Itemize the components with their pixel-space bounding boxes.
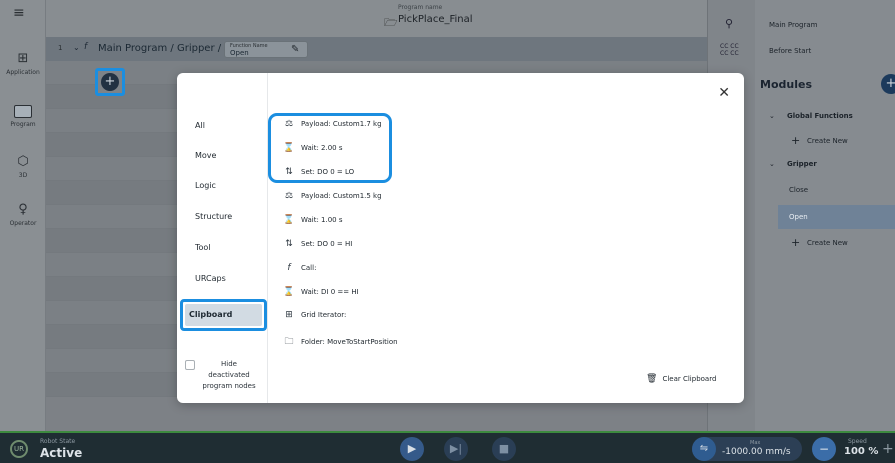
app-root: ≡ ⊞ Application Program ⬡ 3D ♀ Operator … bbox=[0, 0, 895, 463]
category-all[interactable]: All bbox=[195, 121, 205, 130]
robot-state-caption: Robot State bbox=[40, 438, 76, 445]
list-item[interactable]: ⊞ Grid Iterator: bbox=[282, 310, 346, 324]
max-value: -1000.00 mm/s bbox=[722, 447, 791, 457]
create-new-function[interactable]: Create New bbox=[807, 239, 848, 247]
plus-icon: + bbox=[791, 236, 801, 249]
hide-deactivated-checkbox[interactable] bbox=[185, 360, 195, 370]
left-rail: ≡ ⊞ Application Program ⬡ 3D ♀ Operator bbox=[0, 0, 46, 431]
rail-label: Application bbox=[6, 69, 40, 76]
breadcrumb[interactable]: Main Program / Gripper / bbox=[98, 43, 221, 54]
create-new-function[interactable]: Create New bbox=[807, 137, 848, 145]
selection-highlight bbox=[268, 113, 392, 183]
grid-icon: ⊞ bbox=[285, 310, 293, 320]
pencil-icon[interactable]: ✎ bbox=[291, 44, 299, 55]
hourglass-icon: ⌛ bbox=[283, 215, 295, 225]
clear-clipboard-button[interactable]: 🗑 Clear Clipboard bbox=[646, 374, 716, 384]
top-header: 🗁 Program name PickPlace_Final bbox=[46, 0, 707, 37]
category-clipboard[interactable]: Clipboard bbox=[180, 299, 267, 331]
function-name-field[interactable]: Function Name Open ✎ bbox=[224, 41, 308, 58]
gripper-group[interactable]: Gripper bbox=[787, 160, 817, 168]
cc-icon[interactable]: CC CC CC CC bbox=[720, 43, 739, 57]
hourglass-icon: ⌛ bbox=[283, 287, 295, 297]
trash-icon: 🗑 bbox=[646, 374, 658, 384]
function-name-value: Open bbox=[230, 49, 249, 57]
payload-icon: ⚖ bbox=[284, 191, 294, 201]
monitor-icon bbox=[14, 105, 32, 118]
function-icon: f bbox=[84, 42, 88, 52]
person-icon: ♀ bbox=[18, 202, 28, 217]
step-button[interactable]: ▶| bbox=[444, 437, 468, 461]
chevron-down-icon[interactable]: ⌄ bbox=[769, 112, 775, 120]
ur-logo-icon: UR bbox=[10, 440, 28, 458]
speed-value: 100 % bbox=[844, 446, 879, 457]
max-caption: Max bbox=[750, 440, 761, 446]
list-item[interactable]: ⌛ Wait: 1.00 s bbox=[282, 215, 343, 229]
global-functions-group[interactable]: Global Functions bbox=[787, 112, 853, 120]
category-urcaps[interactable]: URCaps bbox=[195, 274, 226, 283]
stop-button[interactable]: ■ bbox=[492, 437, 516, 461]
list-item-label: Wait: DI 0 == HI bbox=[301, 288, 359, 296]
list-item-label: Wait: 1.00 s bbox=[301, 216, 343, 224]
add-node-button[interactable]: + bbox=[95, 68, 125, 96]
open-function[interactable]: Open bbox=[789, 213, 808, 221]
category-structure[interactable]: Structure bbox=[195, 212, 232, 221]
right-panel: Main Program Before Start Modules + ⌄ Gl… bbox=[755, 0, 895, 431]
category-clipboard-label: Clipboard bbox=[185, 304, 262, 326]
add-module-button[interactable]: + bbox=[881, 74, 895, 94]
category-tool[interactable]: Tool bbox=[195, 243, 211, 252]
chevron-down-icon[interactable]: ⌄ bbox=[73, 43, 80, 52]
list-item-label: Payload: Custom1.5 kg bbox=[301, 192, 382, 200]
status-bar: UR Robot State Active ▶ ▶| ■ ⇋ Max -1000… bbox=[0, 431, 895, 463]
cube-icon: ⬡ bbox=[17, 154, 29, 169]
list-item[interactable]: 🗀 Folder: MoveToStartPosition bbox=[282, 334, 398, 348]
list-item-label: Grid Iterator: bbox=[301, 311, 347, 319]
clear-clipboard-label: Clear Clipboard bbox=[662, 375, 717, 383]
close-icon[interactable]: ✕ bbox=[718, 86, 730, 100]
plus-icon: + bbox=[791, 134, 801, 147]
speed-decrease-button[interactable]: − bbox=[812, 437, 836, 461]
main-program-link[interactable]: Main Program bbox=[769, 21, 817, 29]
rail-item-operator[interactable]: ♀ Operator bbox=[0, 202, 46, 228]
program-name[interactable]: PickPlace_Final bbox=[398, 14, 473, 25]
speed-increase-button[interactable]: + bbox=[882, 441, 894, 457]
modules-heading: Modules bbox=[760, 78, 812, 91]
category-list: All Move Logic Structure Tool URCaps Cli… bbox=[177, 73, 268, 403]
close-function[interactable]: Close bbox=[789, 186, 808, 194]
folder-icon: 🗀 bbox=[284, 337, 294, 347]
chevron-down-icon[interactable]: ⌄ bbox=[769, 160, 775, 168]
rail-item-program[interactable]: Program bbox=[0, 105, 46, 128]
list-item[interactable]: f Call: bbox=[282, 263, 316, 277]
rail-item-application[interactable]: ⊞ Application bbox=[0, 51, 46, 77]
list-item-label: Call: bbox=[301, 264, 317, 272]
robot-state-value[interactable]: Active bbox=[40, 446, 82, 460]
line-number: 1 bbox=[58, 44, 63, 52]
before-start-link[interactable]: Before Start bbox=[769, 47, 811, 55]
function-icon: f bbox=[287, 263, 291, 273]
speed-caption: Speed bbox=[848, 438, 867, 445]
rail-label: Program bbox=[10, 121, 36, 128]
list-item-label: Set: DO 0 = HI bbox=[301, 240, 353, 248]
category-move[interactable]: Move bbox=[195, 151, 216, 160]
program-name-caption: Program name bbox=[398, 4, 443, 11]
folder-icon: 🗁 bbox=[384, 16, 398, 29]
hide-deactivated-label: Hide deactivated program nodes bbox=[202, 360, 256, 390]
grid-icon: ⊞ bbox=[17, 51, 29, 66]
plus-icon: + bbox=[101, 73, 119, 91]
breadcrumb-bar: 1 ⌄ f Main Program / Gripper / Function … bbox=[46, 37, 707, 61]
sliders-icon: ⇋ bbox=[692, 437, 716, 461]
list-item-label: Folder: MoveToStartPosition bbox=[301, 338, 398, 346]
list-item[interactable]: ⇅ Set: DO 0 = HI bbox=[282, 239, 352, 253]
robot-arm-icon[interactable]: ⚲ bbox=[725, 17, 733, 30]
play-button[interactable]: ▶ bbox=[400, 437, 424, 461]
category-logic[interactable]: Logic bbox=[195, 181, 216, 190]
hamburger-menu-icon[interactable]: ≡ bbox=[13, 5, 25, 21]
list-item[interactable]: ⚖ Payload: Custom1.5 kg bbox=[282, 191, 382, 205]
list-item[interactable]: ⌛ Wait: DI 0 == HI bbox=[282, 287, 359, 301]
max-speed-pill[interactable]: ⇋ Max -1000.00 mm/s bbox=[692, 437, 802, 461]
set-icon: ⇅ bbox=[285, 239, 293, 249]
rail-label: Operator bbox=[9, 220, 37, 227]
rail-item-3d[interactable]: ⬡ 3D bbox=[0, 154, 46, 180]
add-node-dialog: ✕ All Move Logic Structure Tool URCaps C… bbox=[177, 73, 744, 403]
rail-label: 3D bbox=[18, 172, 28, 179]
